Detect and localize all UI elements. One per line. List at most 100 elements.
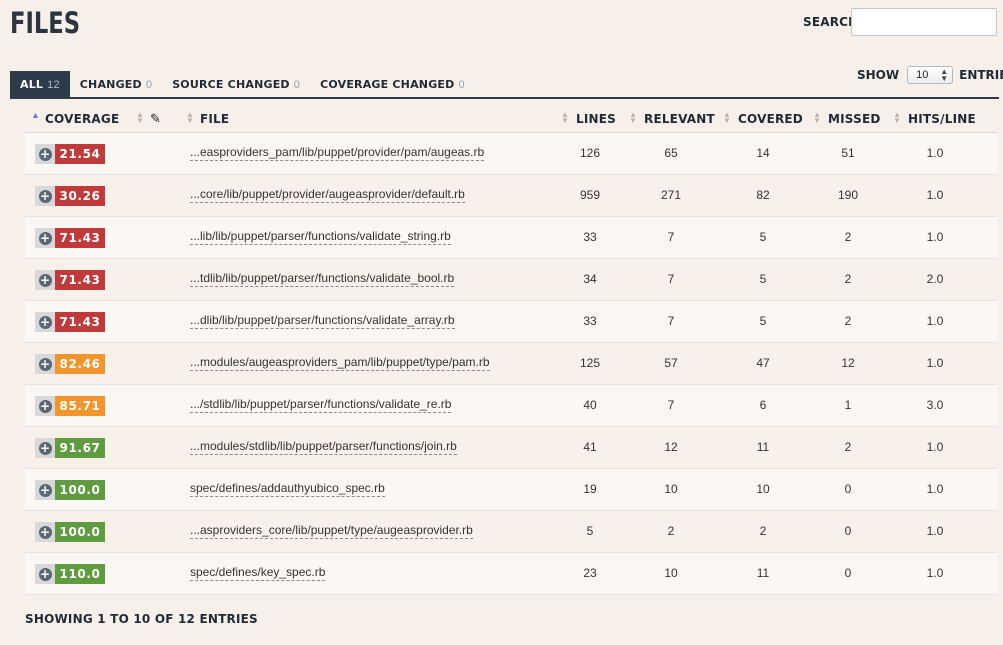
cell-lines: 125 (579, 356, 601, 370)
coverage-badge: +71.43 (35, 270, 105, 290)
table-row: +100.0 ...asproviders_core/lib/puppet/typ… (25, 511, 997, 553)
col-file[interactable]: FILE (200, 112, 229, 126)
coverage-badge: +85.71 (35, 396, 105, 416)
file-link[interactable]: ...modules/augeasproviders_pam/lib/puppe… (190, 355, 490, 371)
file-link[interactable]: ...tdlib/lib/puppet/parser/functions/val… (190, 271, 455, 287)
cell-covered: 11 (756, 440, 770, 454)
coverage-badge: +100.0 (35, 480, 105, 500)
file-link[interactable]: ...modules/stdlib/lib/puppet/parser/func… (190, 439, 457, 455)
tab-label: CHANGED (79, 78, 142, 91)
sort-icon[interactable]: ▲ ▼ (186, 111, 194, 125)
cell-relevant: 7 (667, 314, 675, 328)
sort-icon[interactable]: ▲ ▼ (561, 111, 569, 125)
table-row: +71.43 ...dlib/lib/puppet/parser/function… (25, 301, 997, 343)
table-info: SHOWING 1 TO 10 OF 12 ENTRIES (25, 612, 258, 626)
table-row: +100.0 spec/defines/addauthyubico_spec.rb… (25, 469, 997, 511)
expand-button[interactable]: + (35, 522, 55, 542)
cell-hits: 1.0 (926, 482, 944, 496)
sort-icon[interactable]: ▲ ▼ (813, 111, 821, 125)
file-link[interactable]: ...lib/lib/puppet/parser/functions/valid… (190, 229, 451, 245)
expand-button[interactable]: + (35, 186, 55, 206)
sort-icon[interactable]: ▲ ▼ (136, 111, 144, 125)
file-link[interactable]: ...dlib/lib/puppet/parser/functions/vali… (190, 313, 455, 329)
table-row: +30.26 ...core/lib/puppet/provider/augeas… (25, 175, 997, 217)
cell-lines: 959 (579, 188, 601, 202)
file-link[interactable]: ...core/lib/puppet/provider/augeasprovid… (190, 187, 465, 203)
cell-hits: 1.0 (926, 188, 944, 202)
cell-missed: 0 (844, 566, 852, 580)
coverage-value: 71.43 (55, 270, 105, 290)
table-row: +85.71 .../stdlib/lib/puppet/parser/funct… (25, 385, 997, 427)
tab-label: ALL (20, 78, 44, 91)
expand-button[interactable]: + (35, 480, 55, 500)
coverage-value: 30.26 (55, 186, 105, 206)
coverage-badge: +82.46 (35, 354, 105, 374)
tab-coverage-changed[interactable]: COVERAGE CHANGED 0 (310, 71, 475, 98)
file-link[interactable]: ...asproviders_core/lib/puppet/type/auge… (190, 523, 473, 539)
sort-icon[interactable]: ▲ ▼ (893, 111, 901, 125)
file-link[interactable]: .../stdlib/lib/puppet/parser/functions/v… (190, 397, 452, 413)
col-coverage[interactable]: COVERAGE (45, 112, 119, 126)
expand-button[interactable]: + (35, 228, 55, 248)
expand-button[interactable]: + (35, 564, 55, 584)
tab-source-changed[interactable]: SOURCE CHANGED 0 (162, 71, 310, 98)
expand-button[interactable]: + (35, 270, 55, 290)
cell-hits: 1.0 (926, 440, 944, 454)
plus-icon: + (38, 230, 52, 245)
cell-hits: 1.0 (926, 524, 944, 538)
file-link[interactable]: spec/defines/addauthyubico_spec.rb (190, 481, 385, 497)
table-body: +21.54 ...easproviders_pam/lib/puppet/pro… (25, 133, 997, 595)
cell-covered: 2 (759, 524, 767, 538)
cell-missed: 2 (844, 230, 852, 244)
col-missed[interactable]: MISSED (828, 112, 881, 126)
tab-count: 12 (47, 79, 60, 91)
plus-icon: + (38, 356, 52, 371)
cell-relevant: 7 (667, 398, 675, 412)
table-row: +71.43 ...tdlib/lib/puppet/parser/functio… (25, 259, 997, 301)
cell-relevant: 65 (664, 146, 678, 160)
cell-lines: 33 (583, 314, 597, 328)
plus-icon: + (38, 188, 52, 203)
cell-hits: 1.0 (926, 146, 944, 160)
col-lines[interactable]: LINES (576, 112, 616, 126)
table-row: +91.67 ...modules/stdlib/lib/puppet/parse… (25, 427, 997, 469)
col-covered[interactable]: COVERED (738, 112, 803, 126)
tab-count: 0 (458, 79, 465, 91)
file-link[interactable]: spec/defines/key_spec.rb (190, 565, 326, 581)
tab-all[interactable]: ALL 12 (10, 71, 70, 98)
coverage-value: 110.0 (55, 564, 105, 584)
tab-changed[interactable]: CHANGED 0 (70, 71, 162, 98)
table-row: +82.46 ...modules/augeasproviders_pam/lib… (25, 343, 997, 385)
entries-select[interactable]: 10 ▲ ▼ (907, 66, 954, 84)
cell-hits: 1.0 (926, 314, 944, 328)
cell-missed: 2 (844, 440, 852, 454)
cell-lines: 40 (583, 398, 597, 412)
cell-covered: 10 (756, 482, 770, 496)
cell-relevant: 57 (664, 356, 678, 370)
sort-icon[interactable]: ▲ ▼ (629, 111, 637, 125)
plus-icon: + (38, 272, 52, 287)
col-hits-per-line[interactable]: HITS/LINE (908, 112, 976, 126)
cell-covered: 47 (756, 356, 770, 370)
cell-missed: 51 (841, 146, 855, 160)
expand-button[interactable]: + (35, 312, 55, 332)
cell-hits: 2.0 (926, 272, 944, 286)
sort-icon[interactable]: ▲ ▼ (723, 111, 731, 125)
entries-select-value: 10 (916, 69, 929, 81)
file-link[interactable]: ...easproviders_pam/lib/puppet/provider/… (190, 145, 485, 161)
cell-lines: 5 (586, 524, 594, 538)
expand-button[interactable]: + (35, 354, 55, 374)
cell-covered: 6 (759, 398, 767, 412)
coverage-value: 100.0 (55, 480, 105, 500)
expand-button[interactable]: + (35, 438, 55, 458)
pencil-icon[interactable]: ✎ (150, 111, 161, 127)
expand-button[interactable]: + (35, 396, 55, 416)
tab-count: 0 (293, 79, 301, 91)
coverage-badge: +100.0 (35, 522, 105, 542)
cell-lines: 33 (583, 230, 597, 244)
search-input[interactable] (851, 8, 997, 36)
plus-icon: + (38, 398, 52, 413)
expand-button[interactable]: + (35, 144, 55, 164)
coverage-value: 71.43 (55, 228, 105, 248)
col-relevant[interactable]: RELEVANT (644, 112, 715, 126)
